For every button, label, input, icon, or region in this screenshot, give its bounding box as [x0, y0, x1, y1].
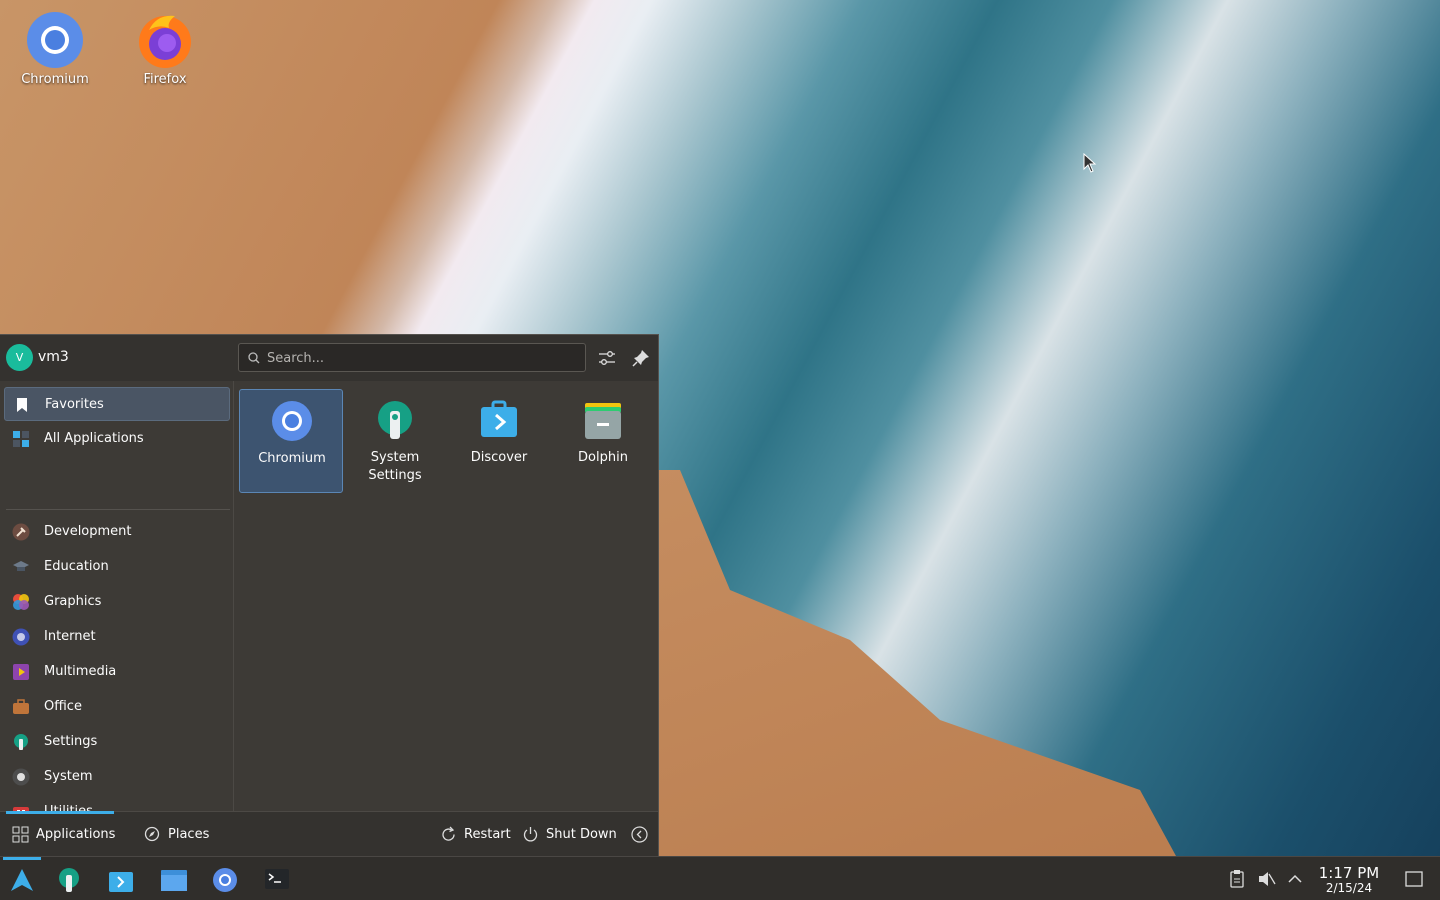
clock-date[interactable]: 2/15/24 — [1316, 881, 1382, 895]
taskbar-item-konsole[interactable] — [260, 863, 294, 895]
sidebar-item-label: Development — [44, 524, 132, 539]
sidebar-item-favorites[interactable]: Favorites — [4, 387, 230, 421]
taskbar-item-chromium[interactable] — [208, 863, 242, 895]
all-apps-icon — [13, 431, 29, 447]
application-launcher-menu: V vm3 Favorites — [0, 334, 659, 857]
clipboard-icon[interactable] — [1227, 869, 1247, 889]
tab-label: Places — [168, 827, 210, 842]
pin-icon — [632, 350, 649, 367]
mouse-cursor-icon — [1083, 153, 1097, 173]
discover-icon — [481, 400, 517, 437]
configure-button[interactable] — [596, 347, 618, 369]
compass-icon — [144, 826, 160, 842]
sidebar-item-label: System — [44, 769, 93, 784]
app-tile-label: System Settings — [368, 450, 422, 483]
settings-wrench-icon — [14, 734, 28, 750]
sidebar-item-label: Office — [44, 699, 82, 714]
desktop-icon-label: Firefox — [143, 72, 187, 87]
sidebar-item-label: Favorites — [45, 397, 104, 412]
leave-menu-button[interactable] — [631, 824, 651, 846]
sidebar-item-label: Internet — [44, 629, 96, 644]
dolphin-icon — [585, 403, 621, 439]
terminal-icon — [265, 869, 289, 889]
pin-button[interactable] — [630, 347, 652, 369]
search-icon — [248, 352, 260, 364]
sidebar-divider — [6, 509, 230, 510]
color-wheel-icon — [13, 594, 29, 610]
sidebar-item-label: Multimedia — [44, 664, 117, 679]
tab-places[interactable]: Places — [144, 824, 224, 846]
desktop-icon-chromium[interactable]: Chromium — [10, 10, 100, 87]
firefox-icon — [139, 15, 191, 68]
chevron-up-icon[interactable] — [1285, 869, 1305, 889]
sidebar-item-label: Graphics — [44, 594, 102, 609]
desktop-icon-firefox[interactable]: Firefox — [120, 10, 210, 87]
volume-muted-icon[interactable] — [1256, 869, 1276, 889]
active-tab-indicator — [6, 811, 114, 814]
show-desktop-icon[interactable] — [1404, 869, 1424, 889]
taskbar-item-discover[interactable] — [104, 863, 138, 895]
arch-logo-icon — [11, 869, 33, 891]
search-box[interactable] — [238, 343, 586, 372]
chevron-left-circle-icon — [631, 826, 648, 843]
sidebar-item-graphics[interactable]: Graphics — [4, 585, 230, 619]
sidebar-item-internet[interactable]: Internet — [4, 620, 230, 654]
shutdown-button[interactable]: Shut Down — [522, 824, 618, 846]
hammer-icon — [12, 523, 30, 541]
favorites-grid: Chromium System Settings Discover Dolphi… — [235, 381, 658, 811]
category-sidebar: Favorites All Applications Development E… — [0, 381, 234, 819]
power-icon — [523, 827, 538, 842]
tab-label: Applications — [36, 827, 116, 842]
system-icon — [12, 768, 30, 786]
chromium-icon — [272, 401, 312, 441]
chromium-icon — [27, 12, 83, 68]
avatar[interactable]: V — [6, 344, 33, 371]
launcher-header: V vm3 — [0, 335, 658, 381]
sidebar-item-all-applications[interactable]: All Applications — [4, 422, 230, 456]
app-tile-dolphin[interactable]: Dolphin — [551, 389, 655, 493]
briefcase-icon — [13, 699, 29, 714]
taskbar-item-application-launcher[interactable] — [5, 863, 39, 895]
tab-applications[interactable]: Applications — [12, 824, 122, 846]
app-tile-chromium[interactable]: Chromium — [239, 389, 343, 493]
launcher-footer: Applications Places Restart Shut Down — [0, 811, 658, 857]
taskbar: 1:17 PM 2/15/24 — [0, 856, 1440, 900]
app-tile-label: Dolphin — [578, 450, 628, 465]
bookmark-icon — [17, 398, 27, 412]
taskbar-item-system-settings[interactable] — [52, 863, 86, 895]
sidebar-item-label: Settings — [44, 734, 98, 749]
taskbar-item-dolphin[interactable] — [156, 863, 190, 895]
sliders-icon — [599, 351, 615, 365]
app-tile-label: Discover — [470, 450, 528, 465]
sidebar-item-office[interactable]: Office — [4, 690, 230, 724]
folder-icon — [161, 870, 187, 891]
sidebar-item-education[interactable]: Education — [4, 550, 230, 584]
sidebar-item-system[interactable]: System — [4, 760, 230, 794]
globe-icon — [12, 628, 30, 646]
sidebar-item-settings[interactable]: Settings — [4, 725, 230, 759]
sidebar-item-label: All Applications — [44, 431, 144, 446]
grid-icon — [12, 826, 29, 843]
clock-time[interactable]: 1:17 PM — [1316, 864, 1382, 882]
sidebar-item-development[interactable]: Development — [4, 515, 230, 549]
active-launcher-indicator — [3, 857, 41, 860]
search-input[interactable] — [267, 348, 577, 368]
app-tile-label: Chromium — [258, 451, 326, 466]
button-label: Restart — [464, 827, 511, 842]
restart-icon — [442, 826, 455, 841]
button-label: Shut Down — [546, 827, 617, 842]
sidebar-item-label: Education — [44, 559, 109, 574]
system-settings-icon — [59, 868, 79, 892]
sidebar-item-multimedia[interactable]: Multimedia — [4, 655, 230, 689]
app-tile-discover[interactable]: Discover — [447, 389, 551, 493]
graduation-cap-icon — [13, 561, 29, 571]
restart-button[interactable]: Restart — [440, 824, 516, 846]
desktop-icon-label: Chromium — [21, 72, 89, 87]
system-settings-icon — [378, 401, 412, 439]
discover-icon — [109, 872, 133, 892]
film-icon — [13, 664, 29, 680]
app-tile-system-settings[interactable]: System Settings — [343, 389, 447, 493]
chromium-icon — [213, 868, 237, 892]
user-name: vm3 — [38, 349, 69, 365]
